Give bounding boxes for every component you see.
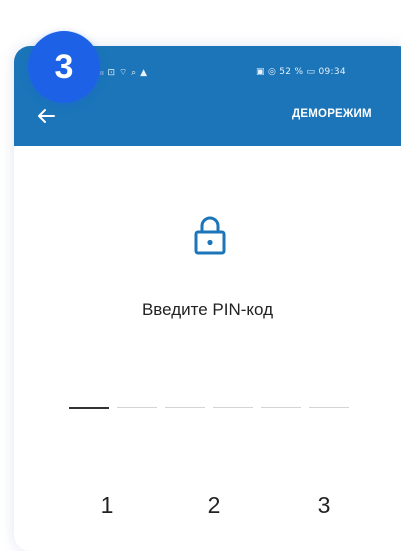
lock-icon bbox=[194, 216, 226, 255]
back-button[interactable] bbox=[32, 104, 60, 128]
pin-digit-slot bbox=[69, 407, 109, 409]
pin-indicator bbox=[69, 407, 349, 409]
pin-digit-slot bbox=[261, 407, 301, 408]
status-bar-right: ▣ ◎ 52 % ▭ 09:34 bbox=[256, 67, 346, 77]
pin-digit-slot bbox=[165, 407, 205, 408]
phone-screen: ᵢₗₗ ⊡ ⌔ ⌕ ▲ ▣ ◎ 52 % ▭ 09:34 ДЕМОРЕЖИМ В… bbox=[14, 46, 401, 551]
arrow-left-icon bbox=[38, 109, 55, 123]
demo-mode-button[interactable]: ДЕМОРЕЖИМ bbox=[292, 108, 372, 120]
keypad-key-2[interactable]: 2 bbox=[194, 492, 234, 519]
pin-digit-slot bbox=[117, 407, 157, 408]
pin-digit-slot bbox=[309, 407, 349, 408]
pin-digit-slot bbox=[213, 407, 253, 408]
step-number-badge: 3 bbox=[28, 31, 100, 103]
pin-prompt: Введите PIN-код bbox=[141, 300, 274, 319]
keypad-key-1[interactable]: 1 bbox=[87, 492, 127, 519]
keypad-key-3[interactable]: 3 bbox=[304, 492, 344, 519]
status-bar-left: ᵢₗₗ ⊡ ⌔ ⌕ ▲ bbox=[98, 68, 148, 78]
